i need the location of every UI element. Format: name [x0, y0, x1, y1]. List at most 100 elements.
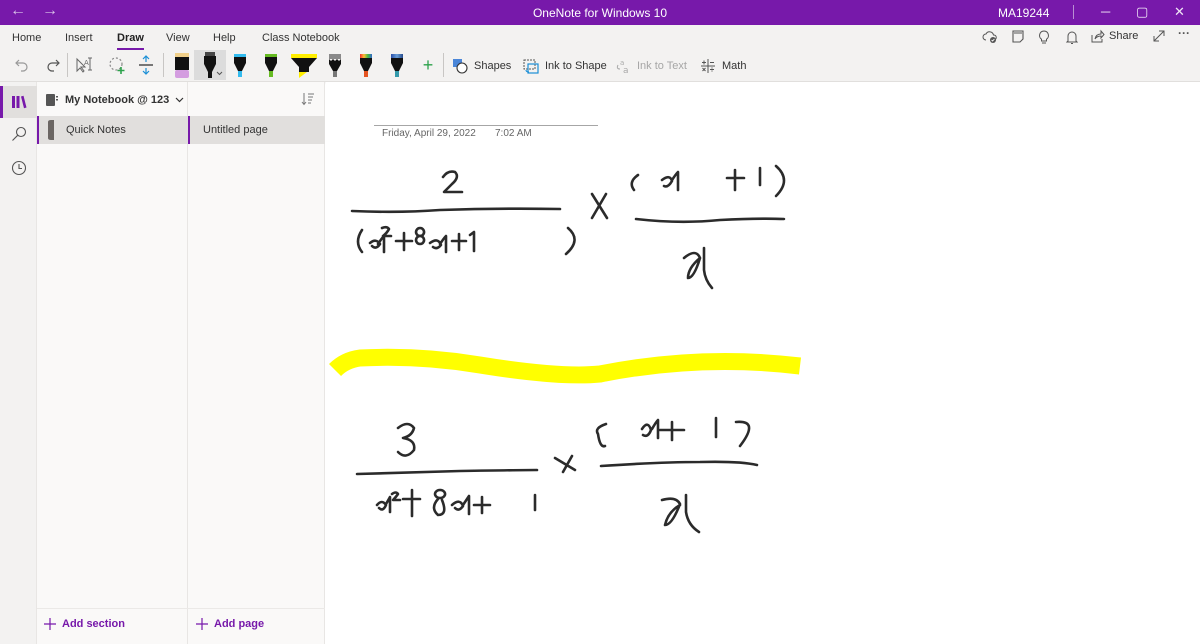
- share-label: Share: [1109, 30, 1139, 42]
- ink-stroke: [468, 230, 476, 253]
- ink-stroke: [450, 232, 468, 252]
- math-icon: [701, 59, 715, 73]
- minimize-button[interactable]: ─: [1101, 4, 1110, 19]
- title-bar: ← → OneNote for Windows 10 MA19244 ─ ▢ ✕: [0, 0, 1200, 25]
- notebook-header: My Notebook @ 123: [37, 82, 325, 118]
- ink-stroke: [375, 495, 392, 514]
- highlighter-stroke: [328, 348, 802, 384]
- svg-text:A: A: [84, 59, 89, 67]
- recent-notes-button[interactable]: [0, 152, 37, 184]
- page-label: Untitled page: [203, 124, 268, 136]
- redo-icon: [47, 59, 60, 72]
- tab-home[interactable]: Home: [12, 32, 41, 44]
- ink-stroke: [414, 226, 426, 246]
- ink-to-text-button[interactable]: aa Ink to Text: [615, 58, 687, 74]
- rainbow-pen-tool[interactable]: [354, 52, 378, 80]
- section-quick-notes[interactable]: Quick Notes: [37, 116, 188, 144]
- undo-button[interactable]: [12, 55, 32, 75]
- navigation-rail: [0, 82, 37, 644]
- sticky-notes-button[interactable]: [1011, 30, 1025, 47]
- ink-stroke: [396, 422, 416, 457]
- sync-status-button[interactable]: [982, 30, 998, 47]
- eraser-tool[interactable]: [170, 52, 194, 80]
- page-untitled[interactable]: Untitled page: [188, 116, 325, 144]
- notebooks-icon: [11, 95, 26, 109]
- ink-stroke: [774, 164, 786, 198]
- insert-space-icon: [139, 55, 153, 75]
- lightbulb-icon: [1039, 30, 1049, 44]
- cloud-sync-icon: [982, 31, 997, 43]
- divider: [37, 608, 188, 609]
- share-button[interactable]: Share: [1091, 29, 1138, 43]
- full-screen-button[interactable]: [1152, 29, 1166, 46]
- more-options-button[interactable]: ···: [1178, 26, 1190, 40]
- green-pen-icon: [265, 54, 277, 77]
- type-select-button[interactable]: A: [75, 55, 95, 75]
- page-canvas[interactable]: Friday, April 29, 2022 7:02 AM: [326, 82, 1200, 644]
- galaxy-pen-icon: [329, 54, 341, 77]
- add-space-button[interactable]: [136, 55, 156, 75]
- ink-stroke: [356, 228, 364, 254]
- ocean-pen-tool[interactable]: [385, 52, 409, 80]
- user-account[interactable]: MA19244: [998, 6, 1049, 20]
- ink-stroke: [390, 491, 402, 502]
- notebook-icon: [46, 94, 58, 106]
- cyan-pen-icon: [234, 54, 246, 77]
- sort-icon[interactable]: [301, 92, 315, 106]
- add-section-label: Add section: [62, 618, 125, 630]
- ink-to-text-icon: aa: [616, 59, 629, 74]
- notebooks-button[interactable]: [0, 86, 37, 118]
- shapes-button[interactable]: Shapes: [452, 58, 511, 74]
- tab-class-notebook[interactable]: Class Notebook: [262, 32, 340, 44]
- ink-stroke: [432, 488, 447, 517]
- lasso-select-button[interactable]: [107, 55, 127, 75]
- add-pen-button[interactable]: +: [418, 55, 438, 75]
- svg-text:a: a: [623, 66, 629, 74]
- tab-view[interactable]: View: [166, 32, 190, 44]
- ink-stroke: [660, 170, 680, 192]
- yellow-highlighter-tool[interactable]: [287, 52, 321, 80]
- ink-stroke: [428, 234, 448, 254]
- math-button[interactable]: Math: [700, 58, 746, 74]
- ink-expression-1[interactable]: [350, 164, 786, 290]
- cyan-pen-tool[interactable]: [228, 52, 252, 80]
- galaxy-pen-tool[interactable]: [323, 52, 347, 80]
- tab-draw[interactable]: Draw: [117, 32, 144, 50]
- search-button[interactable]: [0, 118, 37, 150]
- close-button[interactable]: ✕: [1174, 4, 1185, 20]
- pages-pane: [188, 82, 325, 644]
- add-page-button[interactable]: Add page: [196, 618, 264, 630]
- ink-to-text-label: Ink to Text: [637, 60, 687, 72]
- expand-icon: [1153, 30, 1165, 42]
- green-pen-tool[interactable]: [259, 52, 283, 80]
- ink-stroke: [595, 422, 608, 448]
- ink-stroke: [630, 173, 640, 192]
- ink-stroke: [401, 488, 422, 518]
- yellow-highlighter-icon: [291, 54, 317, 78]
- lasso-icon: [109, 57, 125, 74]
- redo-button[interactable]: [43, 55, 63, 75]
- ink-to-shape-icon: [523, 59, 539, 74]
- tab-insert[interactable]: Insert: [65, 32, 93, 44]
- ribbon-divider: [67, 53, 68, 77]
- ocean-pen-icon: [391, 54, 403, 77]
- ink-stroke: [682, 246, 714, 290]
- ink-expression-2[interactable]: [355, 416, 759, 534]
- chevron-down-icon[interactable]: [175, 97, 184, 103]
- tell-me-button[interactable]: [1038, 30, 1050, 48]
- notifications-button[interactable]: [1065, 30, 1079, 48]
- notebook-title[interactable]: My Notebook @ 123: [65, 94, 169, 106]
- eraser-icon: [175, 53, 189, 78]
- black-pen-tool[interactable]: [194, 50, 226, 80]
- ink-layer: [328, 164, 802, 534]
- tab-help[interactable]: Help: [213, 32, 236, 44]
- undo-icon: [15, 59, 28, 72]
- rainbow-pen-icon: [360, 54, 372, 77]
- ink-stroke: [368, 234, 386, 254]
- bell-icon: [1065, 31, 1079, 44]
- maximize-button[interactable]: ▢: [1136, 4, 1148, 20]
- divider: [188, 608, 325, 609]
- ink-stroke: [725, 168, 746, 192]
- add-section-button[interactable]: Add section: [44, 618, 125, 630]
- ink-to-shape-button[interactable]: Ink to Shape: [523, 58, 607, 74]
